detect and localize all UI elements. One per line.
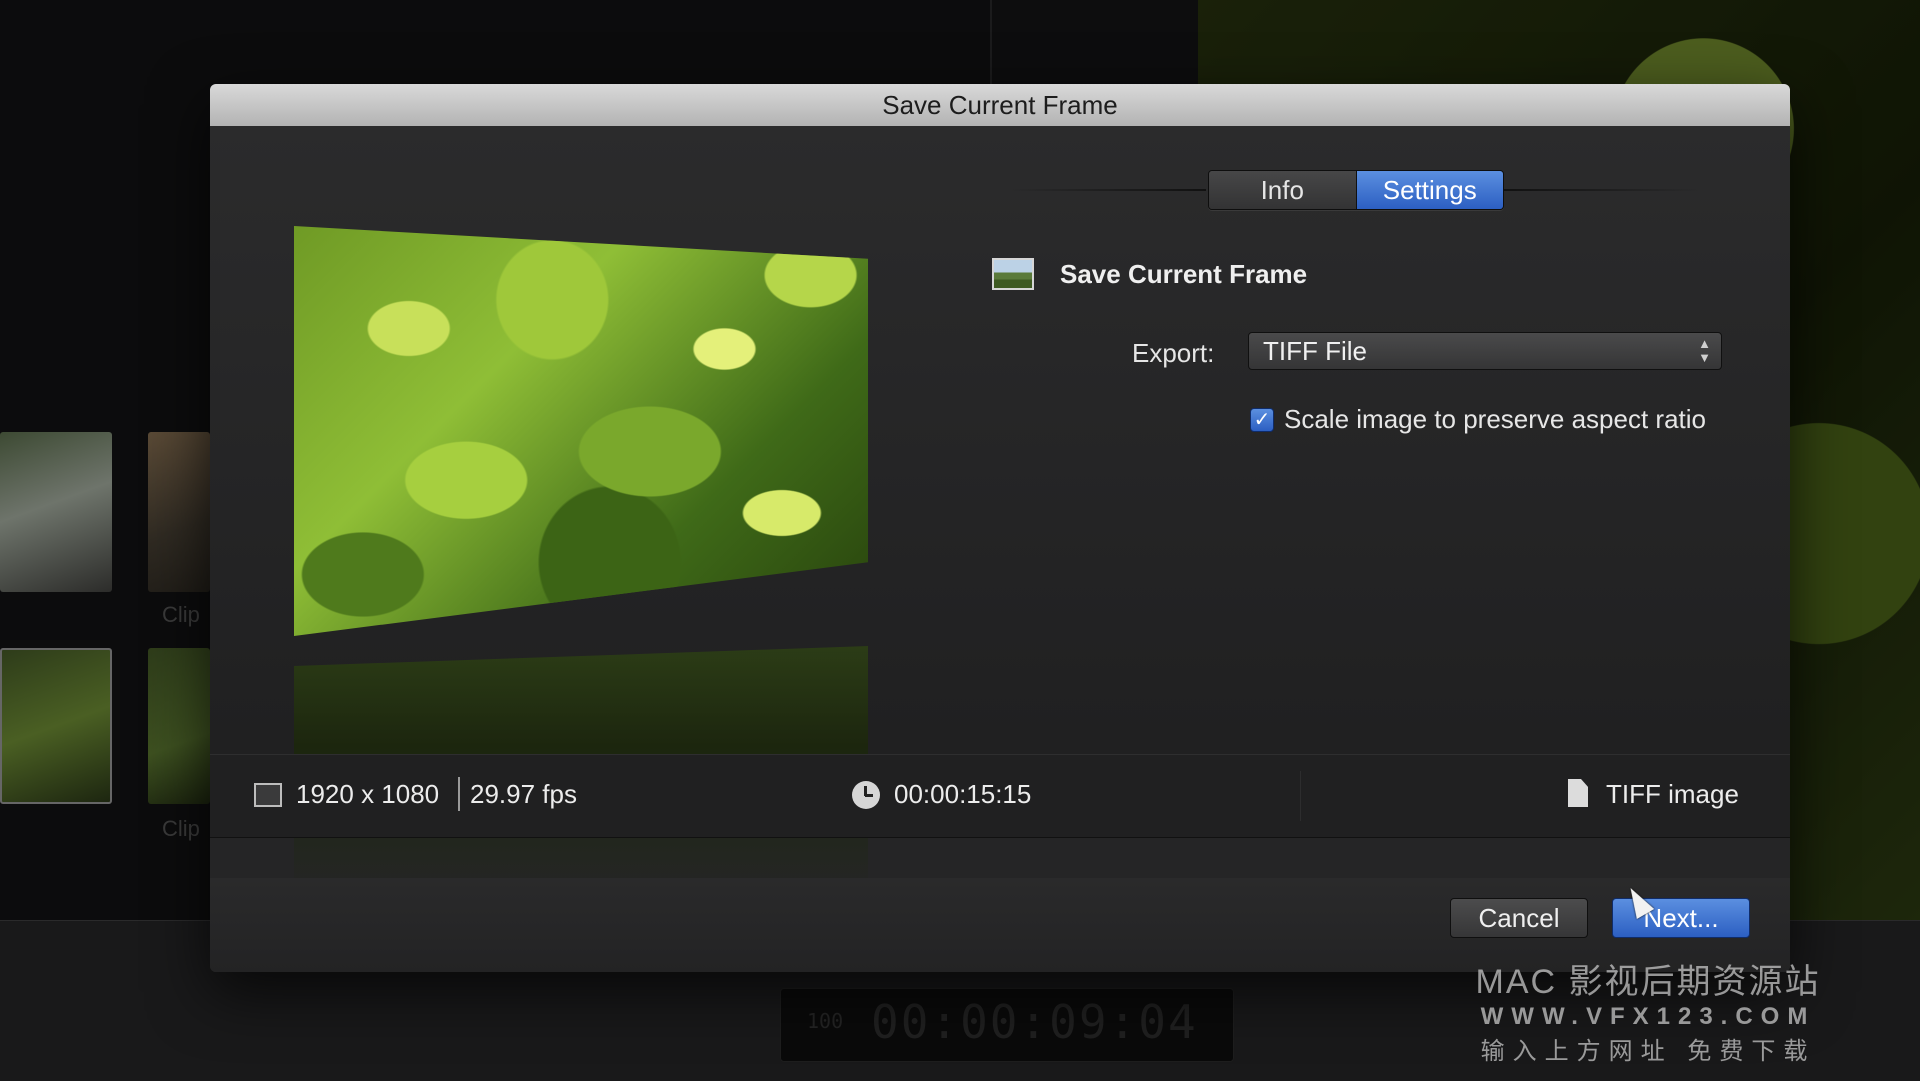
frame-size-icon — [254, 783, 282, 807]
file-icon — [1568, 779, 1588, 807]
scale-image-label[interactable]: Scale image to preserve aspect ratio — [1284, 404, 1706, 435]
export-label: Export: — [1132, 338, 1215, 368]
frame-size: 1920 x 1080 — [296, 779, 440, 809]
background-zoom-percent: 100 — [807, 1009, 844, 1033]
tab-divider-line — [1504, 189, 1700, 191]
export-format-value: TIFF File — [1263, 336, 1367, 366]
clock-icon — [852, 781, 880, 809]
background-clip-thumbnail-selected[interactable] — [0, 648, 112, 804]
frame-duration: 00:00:15:15 — [894, 779, 1032, 809]
dialog-title: Save Current Frame — [210, 84, 1790, 127]
watermark-title: MAC 影视后期资源站 — [1475, 963, 1821, 1001]
info-separator — [458, 777, 460, 811]
export-format-select[interactable]: TIFF File ▲ ▼ — [1248, 332, 1722, 370]
info-divider — [1300, 771, 1301, 821]
frame-thumbnail-icon — [992, 258, 1034, 290]
settings-title: Save Current Frame — [1060, 258, 1308, 289]
watermark-url: WWW.VFX123.COM — [1480, 1003, 1816, 1030]
up-down-arrows-icon: ▲ ▼ — [1698, 336, 1711, 365]
frame-preview-area — [210, 126, 950, 896]
background-clip-thumbnail[interactable] — [0, 432, 112, 592]
background-timecode-value: 00:00:09:04 — [871, 995, 1198, 1049]
tab-info[interactable]: Info — [1209, 171, 1357, 209]
file-type: TIFF image — [1606, 779, 1739, 809]
frame-rate: 29.97 fps — [470, 779, 577, 809]
tab-bar: Info Settings — [1208, 170, 1504, 210]
save-current-frame-dialog: Save Current Frame Info Settings Save Cu… — [210, 84, 1790, 972]
background-clip-label: Clip — [162, 602, 200, 627]
background-clip-thumbnail[interactable] — [148, 648, 210, 804]
background-clip-thumbnail[interactable] — [148, 432, 210, 592]
scale-image-checkbox[interactable]: ✓ — [1250, 408, 1274, 432]
watermark: MAC 影视后期资源站 WWW.VFX123.COM 输入上方网址 免费下载 — [1468, 954, 1828, 1066]
background-clip-label: Clip — [162, 816, 200, 841]
background-timecode-display: 100 00:00:09:04 — [780, 988, 1234, 1062]
settings-header: Save Current Frame — [992, 254, 1307, 294]
frame-preview-image — [294, 226, 868, 636]
watermark-note: 输入上方网址 免费下载 — [1480, 1038, 1816, 1065]
frame-info-strip: 1920 x 1080 29.97 fps 00:00:15:15 TIFF i… — [210, 754, 1790, 838]
cancel-button[interactable]: Cancel — [1450, 898, 1588, 938]
tab-divider-line — [1010, 189, 1206, 191]
tab-settings[interactable]: Settings — [1356, 171, 1503, 209]
dialog-body: Info Settings Save Current Frame Export:… — [210, 126, 1790, 896]
